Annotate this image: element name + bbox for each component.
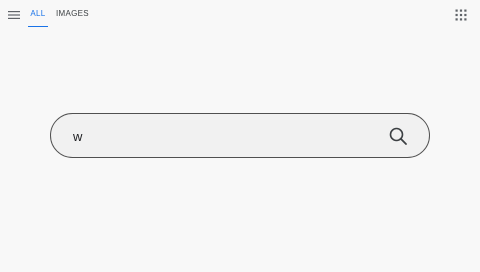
tab-all[interactable]: ALL (28, 9, 48, 27)
active-tab-indicator (28, 25, 48, 27)
tab-images-label: IMAGES (56, 9, 89, 18)
tab-all-label: ALL (30, 9, 46, 18)
search-input[interactable] (73, 126, 373, 146)
search-submit-button[interactable] (388, 126, 408, 146)
menu-button[interactable] (6, 7, 22, 23)
tab-images[interactable]: IMAGES (56, 9, 89, 27)
top-bar: ALL IMAGES (0, 0, 480, 30)
apps-button[interactable] (455, 9, 467, 21)
search-box (50, 113, 430, 158)
search-icon (389, 127, 407, 145)
apps-grid-icon (455, 9, 467, 21)
page: ALL IMAGES (0, 0, 480, 272)
hamburger-menu-icon (8, 11, 20, 19)
